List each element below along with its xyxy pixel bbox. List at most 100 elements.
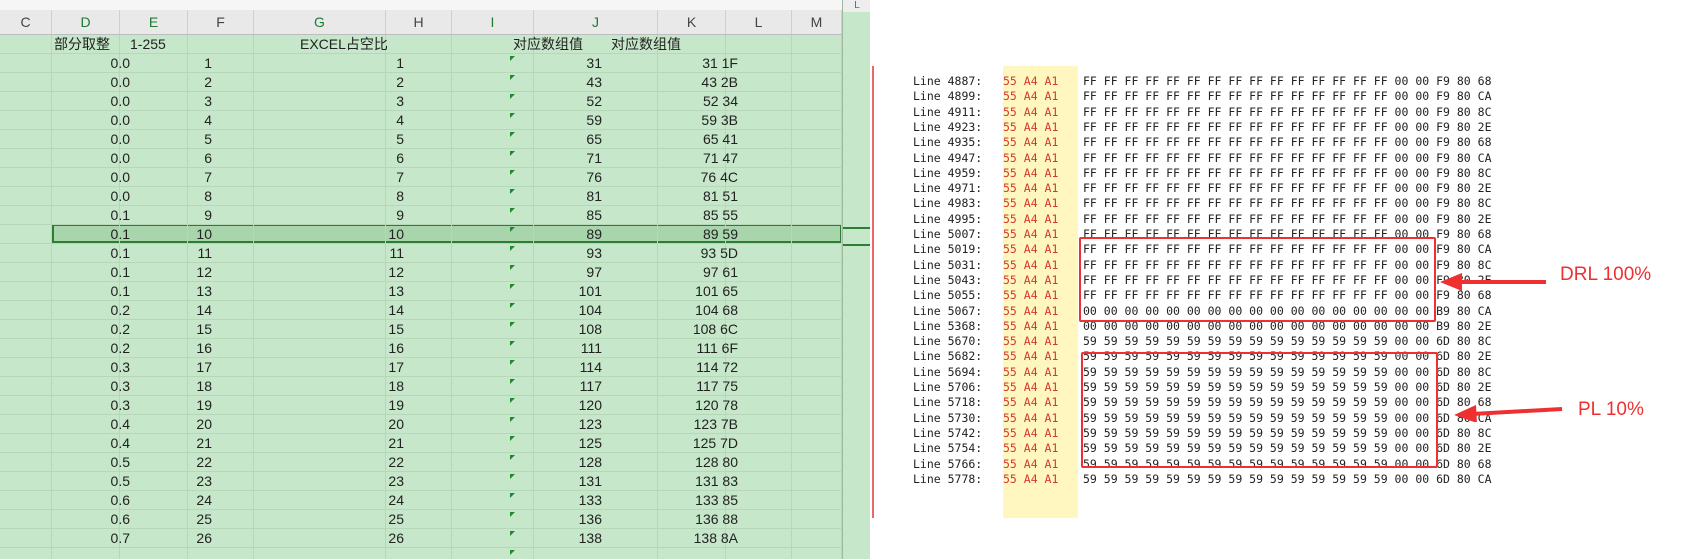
cell-d[interactable]: 0.3	[52, 358, 130, 377]
cell-g[interactable]: 5	[254, 130, 404, 149]
cell-d[interactable]: 0.0	[52, 187, 130, 206]
header-cell-j[interactable]: 对应数组值	[611, 35, 721, 54]
cell-g[interactable]: 3	[254, 92, 404, 111]
header-cell-g[interactable]: EXCEL占空比	[300, 35, 410, 54]
cell-j[interactable]: 108 6C	[534, 320, 738, 339]
column-header-g[interactable]: G	[254, 10, 386, 34]
cell-g[interactable]: 8	[254, 187, 404, 206]
cell-g[interactable]: 9	[254, 206, 404, 225]
cell-g[interactable]: 25	[254, 510, 404, 529]
cell-j[interactable]: 76 4C	[534, 168, 738, 187]
cell-g[interactable]: 18	[254, 377, 404, 396]
cell-d[interactable]: 0.0	[52, 73, 130, 92]
cell-j[interactable]: 111 6F	[534, 339, 738, 358]
column-header-e[interactable]: E	[120, 10, 188, 34]
cell-d[interactable]: 0.1	[52, 263, 130, 282]
cell-d[interactable]: 0.1	[52, 225, 130, 244]
cell-j[interactable]: 131 83	[534, 472, 738, 491]
cell-j[interactable]: 71 47	[534, 149, 738, 168]
cell-e[interactable]: 18	[120, 377, 212, 396]
cell-e[interactable]: 14	[120, 301, 212, 320]
cell-d[interactable]: 0.0	[52, 54, 130, 73]
cell-d[interactable]: 0.4	[52, 434, 130, 453]
cell-e[interactable]: 6	[120, 149, 212, 168]
cell-e[interactable]: 22	[120, 453, 212, 472]
cell-g[interactable]: 23	[254, 472, 404, 491]
cell-e[interactable]: 21	[120, 434, 212, 453]
cell-j[interactable]: 133 85	[534, 491, 738, 510]
cell-e[interactable]: 26	[120, 529, 212, 548]
cell-e[interactable]: 13	[120, 282, 212, 301]
cell-j[interactable]: 85 55	[534, 206, 738, 225]
cell-g[interactable]: 15	[254, 320, 404, 339]
cell-j[interactable]: 136 88	[534, 510, 738, 529]
cell-e[interactable]: 9	[120, 206, 212, 225]
cell-d[interactable]: 0.3	[52, 377, 130, 396]
cell-g[interactable]: 16	[254, 339, 404, 358]
cell-d[interactable]: 0.5	[52, 453, 130, 472]
cell-g[interactable]: 1	[254, 54, 404, 73]
column-header-f[interactable]: F	[188, 10, 254, 34]
cell-j[interactable]: 31 1F	[534, 54, 738, 73]
cell-d[interactable]: 0.6	[52, 510, 130, 529]
cell-d[interactable]: 0.6	[52, 491, 130, 510]
header-cell-i[interactable]: 对应数组值	[513, 35, 623, 54]
cell-j[interactable]: 65 41	[534, 130, 738, 149]
cell-g[interactable]: 4	[254, 111, 404, 130]
column-header-c[interactable]: C	[0, 10, 52, 34]
cell-d[interactable]: 0.0	[52, 149, 130, 168]
cell-j[interactable]: 93 5D	[534, 244, 738, 263]
cell-e[interactable]: 4	[120, 111, 212, 130]
column-header-k[interactable]: K	[658, 10, 726, 34]
column-header-d[interactable]: D	[52, 10, 120, 34]
cell-g[interactable]: 10	[254, 225, 404, 244]
cell-g[interactable]: 12	[254, 263, 404, 282]
cell-g[interactable]: 24	[254, 491, 404, 510]
cell-j[interactable]: 101 65	[534, 282, 738, 301]
cell-g[interactable]: 20	[254, 415, 404, 434]
cell-g[interactable]: 7	[254, 168, 404, 187]
cell-d[interactable]: 0.3	[52, 396, 130, 415]
cell-d[interactable]: 0.4	[52, 415, 130, 434]
cell-e[interactable]: 23	[120, 472, 212, 491]
cell-j[interactable]: 120 78	[534, 396, 738, 415]
cell-e[interactable]: 5	[120, 130, 212, 149]
cell-e[interactable]: 20	[120, 415, 212, 434]
cell-e[interactable]: 2	[120, 73, 212, 92]
column-header-l[interactable]: L	[726, 10, 792, 34]
cell-e[interactable]: 15	[120, 320, 212, 339]
cell-e[interactable]: 25	[120, 510, 212, 529]
cell-e[interactable]: 10	[120, 225, 212, 244]
cell-d[interactable]: 0.0	[52, 168, 130, 187]
cell-e[interactable]: 7	[120, 168, 212, 187]
cell-e[interactable]: 3	[120, 92, 212, 111]
cell-g[interactable]: 17	[254, 358, 404, 377]
column-header-j[interactable]: J	[534, 10, 658, 34]
cell-d[interactable]: 0.2	[52, 320, 130, 339]
cell-d[interactable]: 0.1	[52, 282, 130, 301]
cell-g[interactable]: 14	[254, 301, 404, 320]
cell-g[interactable]: 21	[254, 434, 404, 453]
cell-d[interactable]: 0.2	[52, 301, 130, 320]
column-header-i[interactable]: I	[452, 10, 534, 34]
cell-j[interactable]: 104 68	[534, 301, 738, 320]
cell-j[interactable]: 89 59	[534, 225, 738, 244]
header-cell-e[interactable]: 1-255	[130, 35, 210, 54]
cell-j[interactable]: 97 61	[534, 263, 738, 282]
cell-j[interactable]: 123 7B	[534, 415, 738, 434]
cell-j[interactable]: 138 8A	[534, 529, 738, 548]
cell-g[interactable]: 22	[254, 453, 404, 472]
cell-d[interactable]: 0.2	[52, 339, 130, 358]
cell-g[interactable]: 19	[254, 396, 404, 415]
cell-d[interactable]: 0.5	[52, 472, 130, 491]
cell-e[interactable]: 1	[120, 54, 212, 73]
cell-g[interactable]: 11	[254, 244, 404, 263]
cell-g[interactable]: 13	[254, 282, 404, 301]
cell-d[interactable]: 0.0	[52, 111, 130, 130]
cell-e[interactable]: 16	[120, 339, 212, 358]
cell-j[interactable]: 43 2B	[534, 73, 738, 92]
cell-d[interactable]: 0.1	[52, 206, 130, 225]
cell-g[interactable]: 26	[254, 529, 404, 548]
cell-g[interactable]: 2	[254, 73, 404, 92]
cell-e[interactable]: 8	[120, 187, 212, 206]
